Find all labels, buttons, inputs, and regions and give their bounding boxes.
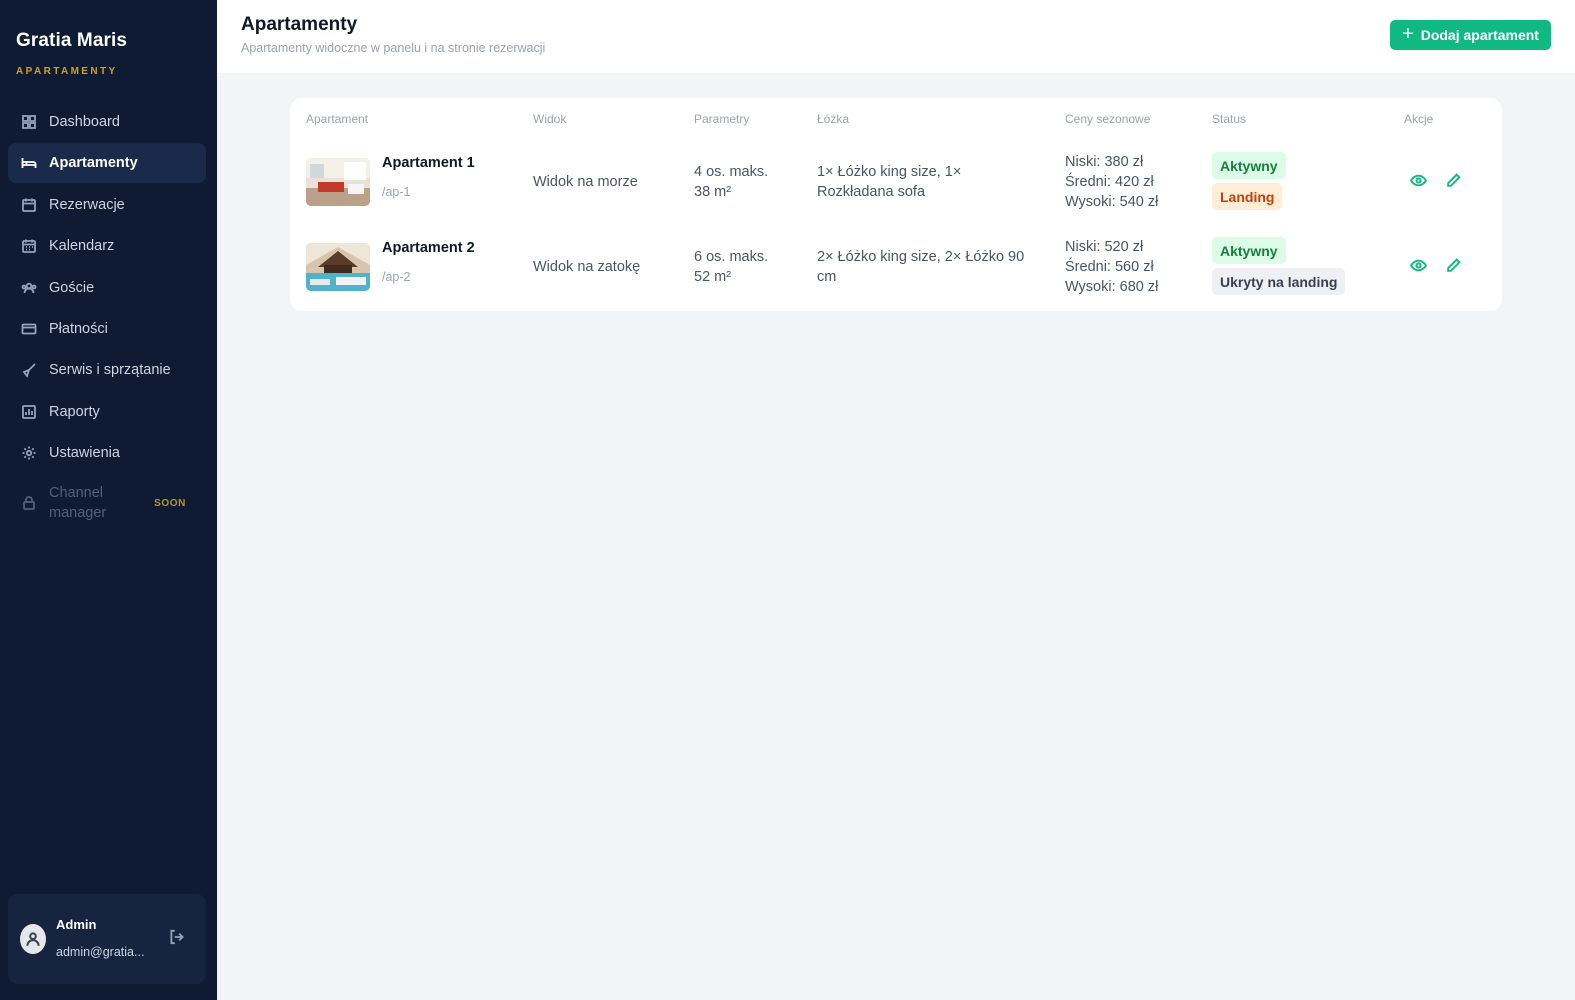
sidebar-item-label: Serwis i sprzątanie [49,362,171,379]
params-line: 4 os. maks. [694,164,769,180]
beds-line: Rozkładana sofa [817,184,926,200]
apartment-slug: /ap-2 [382,270,411,284]
sidebar: Gratia Maris APARTAMENTY Dashboard Apart… [0,0,217,1000]
apartment-thumbnail [306,243,370,291]
sidebar-item-label: Rezerwacje [49,196,125,213]
user-icon [26,932,40,946]
sidebar-item-channel-manager: Channel manager SOON [8,481,206,525]
avatar [20,924,46,954]
calendar-check-icon [20,196,38,214]
apartment-slug: /ap-1 [382,185,411,199]
add-apartment-label: Dodaj apartament [1420,27,1539,43]
add-apartment-button[interactable]: + Dodaj apartament [1390,20,1551,50]
chart-icon [20,403,38,421]
plus-icon: + [1402,23,1414,45]
eye-icon[interactable] [1409,257,1430,277]
column-header: Widok [533,112,567,126]
calendar-icon [20,237,38,255]
user-email: admin@gratia... [56,945,145,959]
bed-icon [20,154,38,172]
beds-line: cm [817,269,837,285]
column-header: Apartament [306,112,369,126]
sidebar-item-label: Ustawienia [49,445,120,462]
lock-icon [20,494,38,512]
eye-icon[interactable] [1409,172,1430,192]
sidebar-item-raporty[interactable]: Raporty [8,392,206,432]
landing-badge: Landing [1212,183,1283,210]
status-badge: Aktywny [1212,152,1286,179]
price-mid: Średni: 420 zł [1065,174,1154,190]
sidebar-item-kalendarz[interactable]: Kalendarz [8,226,206,266]
sidebar-item-serwis[interactable]: Serwis i sprzątanie [8,350,206,390]
sidebar-item-label: Płatności [49,320,108,337]
params-line: 38 m² [694,184,732,200]
price-high: Wysoki: 680 zł [1065,279,1159,295]
brand-name: Gratia Maris [16,30,128,51]
sidebar-item-label: Dashboard [49,114,120,130]
page-title: Apartamenty [241,14,358,35]
gear-icon [20,444,38,462]
sidebar-item-goscie[interactable]: Goście [8,268,206,308]
sidebar-item-rezerwacje[interactable]: Rezerwacje [8,185,206,225]
user-card: Admin admin@gratia... [8,894,206,984]
beds-line: 1× Łóżko king size, 1× [817,164,962,180]
sidebar-item-dashboard[interactable]: Dashboard [8,102,206,142]
column-header: Status [1212,112,1247,126]
column-header: Ceny sezonowe [1065,112,1151,126]
page-header: Apartamenty Apartamenty widoczne w panel… [217,0,1575,73]
edit-icon[interactable] [1445,257,1465,277]
apartment-name: Apartament 2 [382,240,475,256]
table-row: Apartament 2 /ap-2 Widok na zatokę 6 os.… [290,225,1502,309]
column-header: Parametry [694,112,750,126]
price-low: Niski: 380 zł [1065,154,1144,170]
soon-badge: SOON [154,497,186,509]
sidebar-item-ustawienia[interactable]: Ustawienia [8,433,206,473]
sidebar-item-label: Apartamenty [49,155,138,172]
landing-badge: Ukryty na landing [1212,268,1346,295]
logout-icon[interactable] [168,928,188,948]
price-low: Niski: 520 zł [1065,239,1144,255]
params-line: 52 m² [694,269,732,285]
brand: Gratia Maris APARTAMENTY [16,30,127,77]
sidebar-item-platnosci[interactable]: Płatności [8,309,206,349]
view-cell: Widok na morze [533,174,638,190]
apartments-table: Apartament Widok Parametry Łóżka Ceny se… [290,98,1502,311]
table-row: Apartament 1 /ap-1 Widok na morze 4 os. … [290,140,1502,224]
grid-icon [20,113,38,131]
sidebar-item-label: Goście [49,279,95,296]
status-badge: Aktywny [1212,237,1286,264]
price-high: Wysoki: 540 zł [1065,194,1159,210]
edit-icon[interactable] [1445,172,1465,192]
sidebar-item-label: Kalendarz [49,238,115,255]
broom-icon [20,361,38,379]
sidebar-item-label: Channel manager [49,485,107,522]
sidebar-item-label: Raporty [49,403,100,420]
params-line: 6 os. maks. [694,249,769,265]
sidebar-nav: Dashboard Apartamenty Rezerwacje Kalenda… [8,102,206,527]
price-mid: Średni: 560 zł [1065,259,1154,275]
apartment-name: Apartament 1 [382,155,475,171]
credit-card-icon [20,320,38,338]
brand-subtitle: APARTAMENTY [16,66,118,77]
page-subtitle: Apartamenty widoczne w panelu i na stron… [241,41,546,55]
users-icon [20,279,38,297]
column-header: Akcje [1404,112,1434,126]
view-cell: Widok na zatokę [533,259,641,275]
sidebar-item-apartamenty[interactable]: Apartamenty [8,143,206,184]
user-name: Admin [56,917,97,932]
beds-line: 2× Łóżko king size, 2× Łóżko 90 [817,249,1025,265]
apartment-thumbnail [306,158,370,206]
column-header: Łóżka [817,112,850,126]
